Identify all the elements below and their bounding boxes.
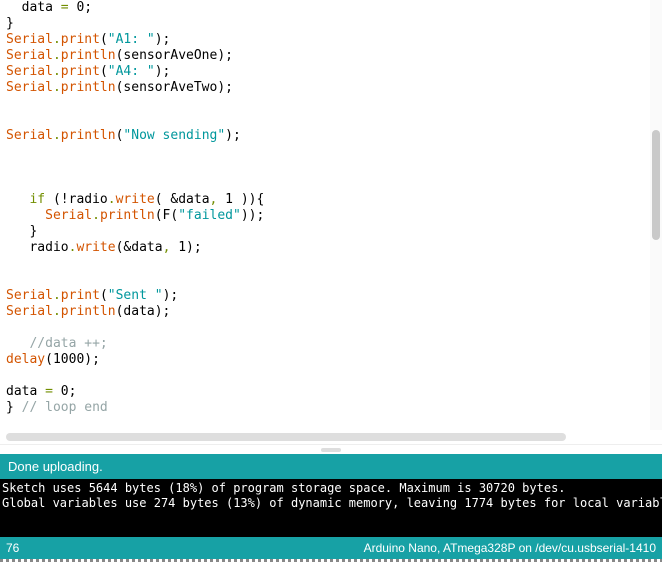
status-text: Done uploading. [8,459,103,474]
splitter-handle-icon [321,448,341,452]
pane-splitter[interactable] [0,444,662,454]
board-port-info: Arduino Nano, ATmega328P on /dev/cu.usbs… [364,541,656,555]
horizontal-scrollbar[interactable] [0,430,662,444]
horizontal-scrollbar-thumb[interactable] [6,433,566,441]
vertical-scrollbar[interactable] [650,0,662,430]
console-line: Sketch uses 5644 bytes (18%) of program … [2,481,566,495]
line-number: 76 [6,541,19,555]
vertical-scrollbar-thumb[interactable] [652,130,660,240]
status-bar: Done uploading. [0,454,662,479]
code-editor[interactable]: data = 0; } Serial.print("A1: "); Serial… [0,0,662,430]
bottom-status-bar: 76 Arduino Nano, ATmega328P on /dev/cu.u… [0,537,662,559]
console-line: Global variables use 274 bytes (13%) of … [2,496,662,510]
console-output[interactable]: Sketch uses 5644 bytes (18%) of program … [0,479,662,537]
code-content[interactable]: data = 0; } Serial.print("A1: "); Serial… [6,0,656,416]
